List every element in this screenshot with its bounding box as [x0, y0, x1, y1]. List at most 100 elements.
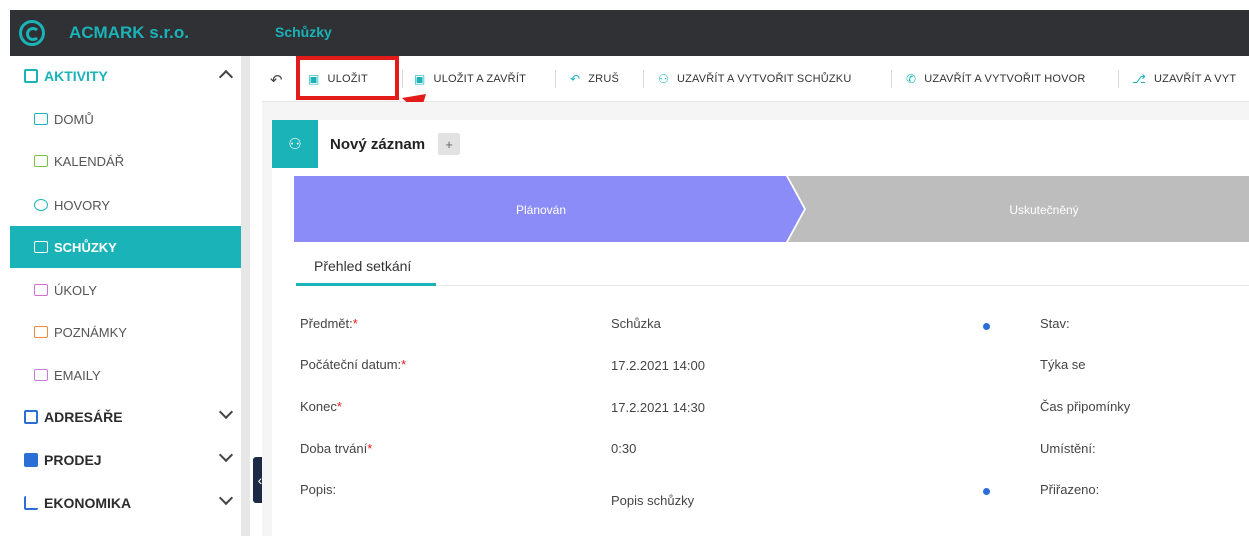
field-label-umisteni: Umístění: — [1040, 441, 1096, 456]
close-and-create-call-button[interactable]: ✆ UZAVŘÍT A VYTVOŘIT HOVOR — [906, 70, 1086, 88]
sidebar-item-label: KALENDÁŘ — [54, 153, 125, 169]
chart-icon — [24, 496, 38, 510]
page-title: Schůzky — [275, 24, 332, 40]
field-label-tyka-se: Týka se — [1040, 357, 1086, 372]
field-label-prirazeno: Přiřazeno: — [1040, 482, 1100, 497]
close-and-create-meeting-label: UZAVŘÍT A VYTVOŘIT SCHŮZKU — [676, 73, 852, 85]
task-icon — [34, 284, 48, 296]
sidebar-item-label: ÚKOLY — [54, 282, 98, 298]
chevron-down-icon[interactable] — [218, 490, 234, 506]
save-and-close-label: ULOŽIT A ZAVŘÍT — [433, 73, 526, 85]
undo-icon: ↶ — [570, 72, 581, 86]
field-label-predmet: Předmět:* — [300, 316, 358, 331]
activities-icon — [24, 69, 38, 83]
meeting-icon: ⚇ — [658, 72, 669, 86]
field-value-doba-trvani[interactable]: 0:30 — [611, 441, 636, 456]
calendar-icon — [34, 155, 48, 167]
required-mark: * — [336, 399, 342, 414]
email-icon — [34, 369, 48, 381]
stage-done-label: Uskutečněný — [1009, 203, 1078, 217]
field-label-stav: Stav: — [1040, 316, 1070, 331]
chevron-down-icon[interactable] — [218, 447, 234, 463]
sidebar-section-ekonomika[interactable]: EKONOMIKA — [10, 483, 241, 523]
sidebar-item-label: HOVORY — [54, 197, 111, 213]
close-and-create-meeting-button[interactable]: ⚇ UZAVŘÍT A VYTVOŘIT SCHŮZKU — [658, 70, 851, 88]
home-icon — [34, 113, 48, 125]
save-icon: ▣ — [414, 72, 426, 86]
sidebar-item-ukoly[interactable]: ÚKOLY — [10, 269, 241, 311]
sidebar-item-label: DOMŮ — [54, 111, 94, 127]
save-and-close-button[interactable]: ▣ ULOŽIT A ZAVŘÍT — [414, 70, 526, 88]
field-label-text: Popis: — [300, 482, 337, 497]
phone-icon: ✆ — [906, 72, 917, 86]
note-icon — [34, 326, 48, 338]
sidebar-item-schuzky[interactable]: SCHŮZKY — [10, 226, 241, 268]
chevron-up-icon[interactable] — [218, 69, 234, 85]
top-bar: ACMARK s.r.o. Schůzky — [10, 10, 1249, 56]
field-value-konec[interactable]: 17.2.2021 14:30 — [611, 400, 705, 415]
field-label-text: Předmět: — [300, 316, 353, 331]
save-highlight-box — [296, 56, 399, 100]
brand[interactable]: ACMARK s.r.o. — [10, 10, 240, 56]
meeting-icon — [34, 241, 48, 253]
field-label-doba-trvani: Doba trvání* — [300, 441, 372, 456]
cancel-button-label: ZRUŠ — [588, 73, 620, 85]
address-book-icon — [24, 410, 38, 424]
toolbar-divider — [891, 70, 892, 88]
close-and-create-call-label: UZAVŘÍT A VYTVOŘIT HOVOR — [924, 73, 1086, 85]
phone-icon — [34, 199, 48, 211]
status-dot — [983, 323, 990, 330]
sidebar-item-label: POZNÁMKY — [54, 324, 127, 340]
sidebar-section-adresare[interactable]: ADRESÁŘE — [10, 397, 241, 437]
sidebar: AKTIVITY DOMŮ KALENDÁŘ HOVORY SCHŮZKY ÚK… — [10, 56, 241, 536]
sidebar-section-label: ADRESÁŘE — [44, 409, 123, 425]
route-icon: ⎇ — [1132, 72, 1147, 86]
sidebar-item-label: EMAILY — [54, 367, 101, 383]
close-and-create-label: UZAVŘÍT A VYT — [1154, 73, 1237, 85]
sidebar-item-domu[interactable]: DOMŮ — [10, 98, 241, 140]
app-root: ACMARK s.r.o. Schůzky AKTIVITY DOMŮ KALE… — [0, 0, 1249, 536]
field-label-text: Konec — [300, 399, 337, 414]
field-value-popis[interactable]: Popis schůzky — [611, 493, 694, 508]
required-mark: * — [367, 441, 373, 456]
sidebar-item-label: SCHŮZKY — [54, 239, 117, 255]
tab-active-indicator — [296, 283, 436, 286]
sales-icon — [24, 453, 38, 467]
chevron-down-icon[interactable] — [218, 404, 234, 420]
back-icon[interactable]: ↶ — [270, 71, 283, 89]
record-title: Nový záznam — [330, 136, 426, 153]
toolbar-divider — [643, 70, 644, 88]
status-dot — [983, 488, 990, 495]
sidebar-scrollbar[interactable] — [241, 56, 250, 536]
sidebar-item-poznamky[interactable]: POZNÁMKY — [10, 311, 241, 353]
sidebar-item-hovory[interactable]: HOVORY — [10, 184, 241, 226]
sidebar-section-label: EKONOMIKA — [44, 495, 132, 511]
field-label-cas-pripominky: Čas připomínky — [1040, 399, 1131, 414]
required-mark: * — [401, 357, 407, 372]
stage-planned-label: Plánován — [516, 203, 566, 217]
tab-prehled-setkani[interactable]: Přehled setkání — [296, 251, 436, 286]
field-label-popis: Popis: — [300, 482, 336, 497]
sidebar-section-label: AKTIVITY — [44, 68, 108, 84]
field-label-text: Doba trvání — [300, 441, 368, 456]
required-mark: * — [352, 316, 358, 331]
brand-logo-icon — [19, 20, 45, 46]
add-button[interactable]: + — [438, 133, 460, 155]
field-value-predmet[interactable]: Schůzka — [611, 316, 661, 331]
field-label-text: Počáteční datum: — [300, 357, 402, 372]
toolbar-divider — [555, 70, 556, 88]
meeting-icon: ⚇ — [272, 120, 318, 168]
sidebar-section-label: PRODEJ — [44, 452, 102, 468]
cancel-button[interactable]: ↶ ZRUŠ — [570, 70, 619, 88]
tab-divider — [436, 285, 1249, 286]
sidebar-item-emaily[interactable]: EMAILY — [10, 354, 241, 396]
toolbar-divider — [402, 70, 403, 88]
stage-bar: Plánován Uskutečněný — [294, 176, 1249, 242]
toolbar-divider — [1118, 70, 1119, 88]
sidebar-section-prodej[interactable]: PRODEJ — [10, 440, 241, 480]
sidebar-item-kalendar[interactable]: KALENDÁŘ — [10, 140, 241, 182]
close-and-create-button[interactable]: ⎇ UZAVŘÍT A VYT — [1132, 70, 1236, 88]
field-value-pocatecni-datum[interactable]: 17.2.2021 14:00 — [611, 358, 705, 373]
field-label-pocatecni-datum: Počáteční datum:* — [300, 357, 406, 372]
sidebar-section-aktivity[interactable]: AKTIVITY — [10, 56, 241, 96]
